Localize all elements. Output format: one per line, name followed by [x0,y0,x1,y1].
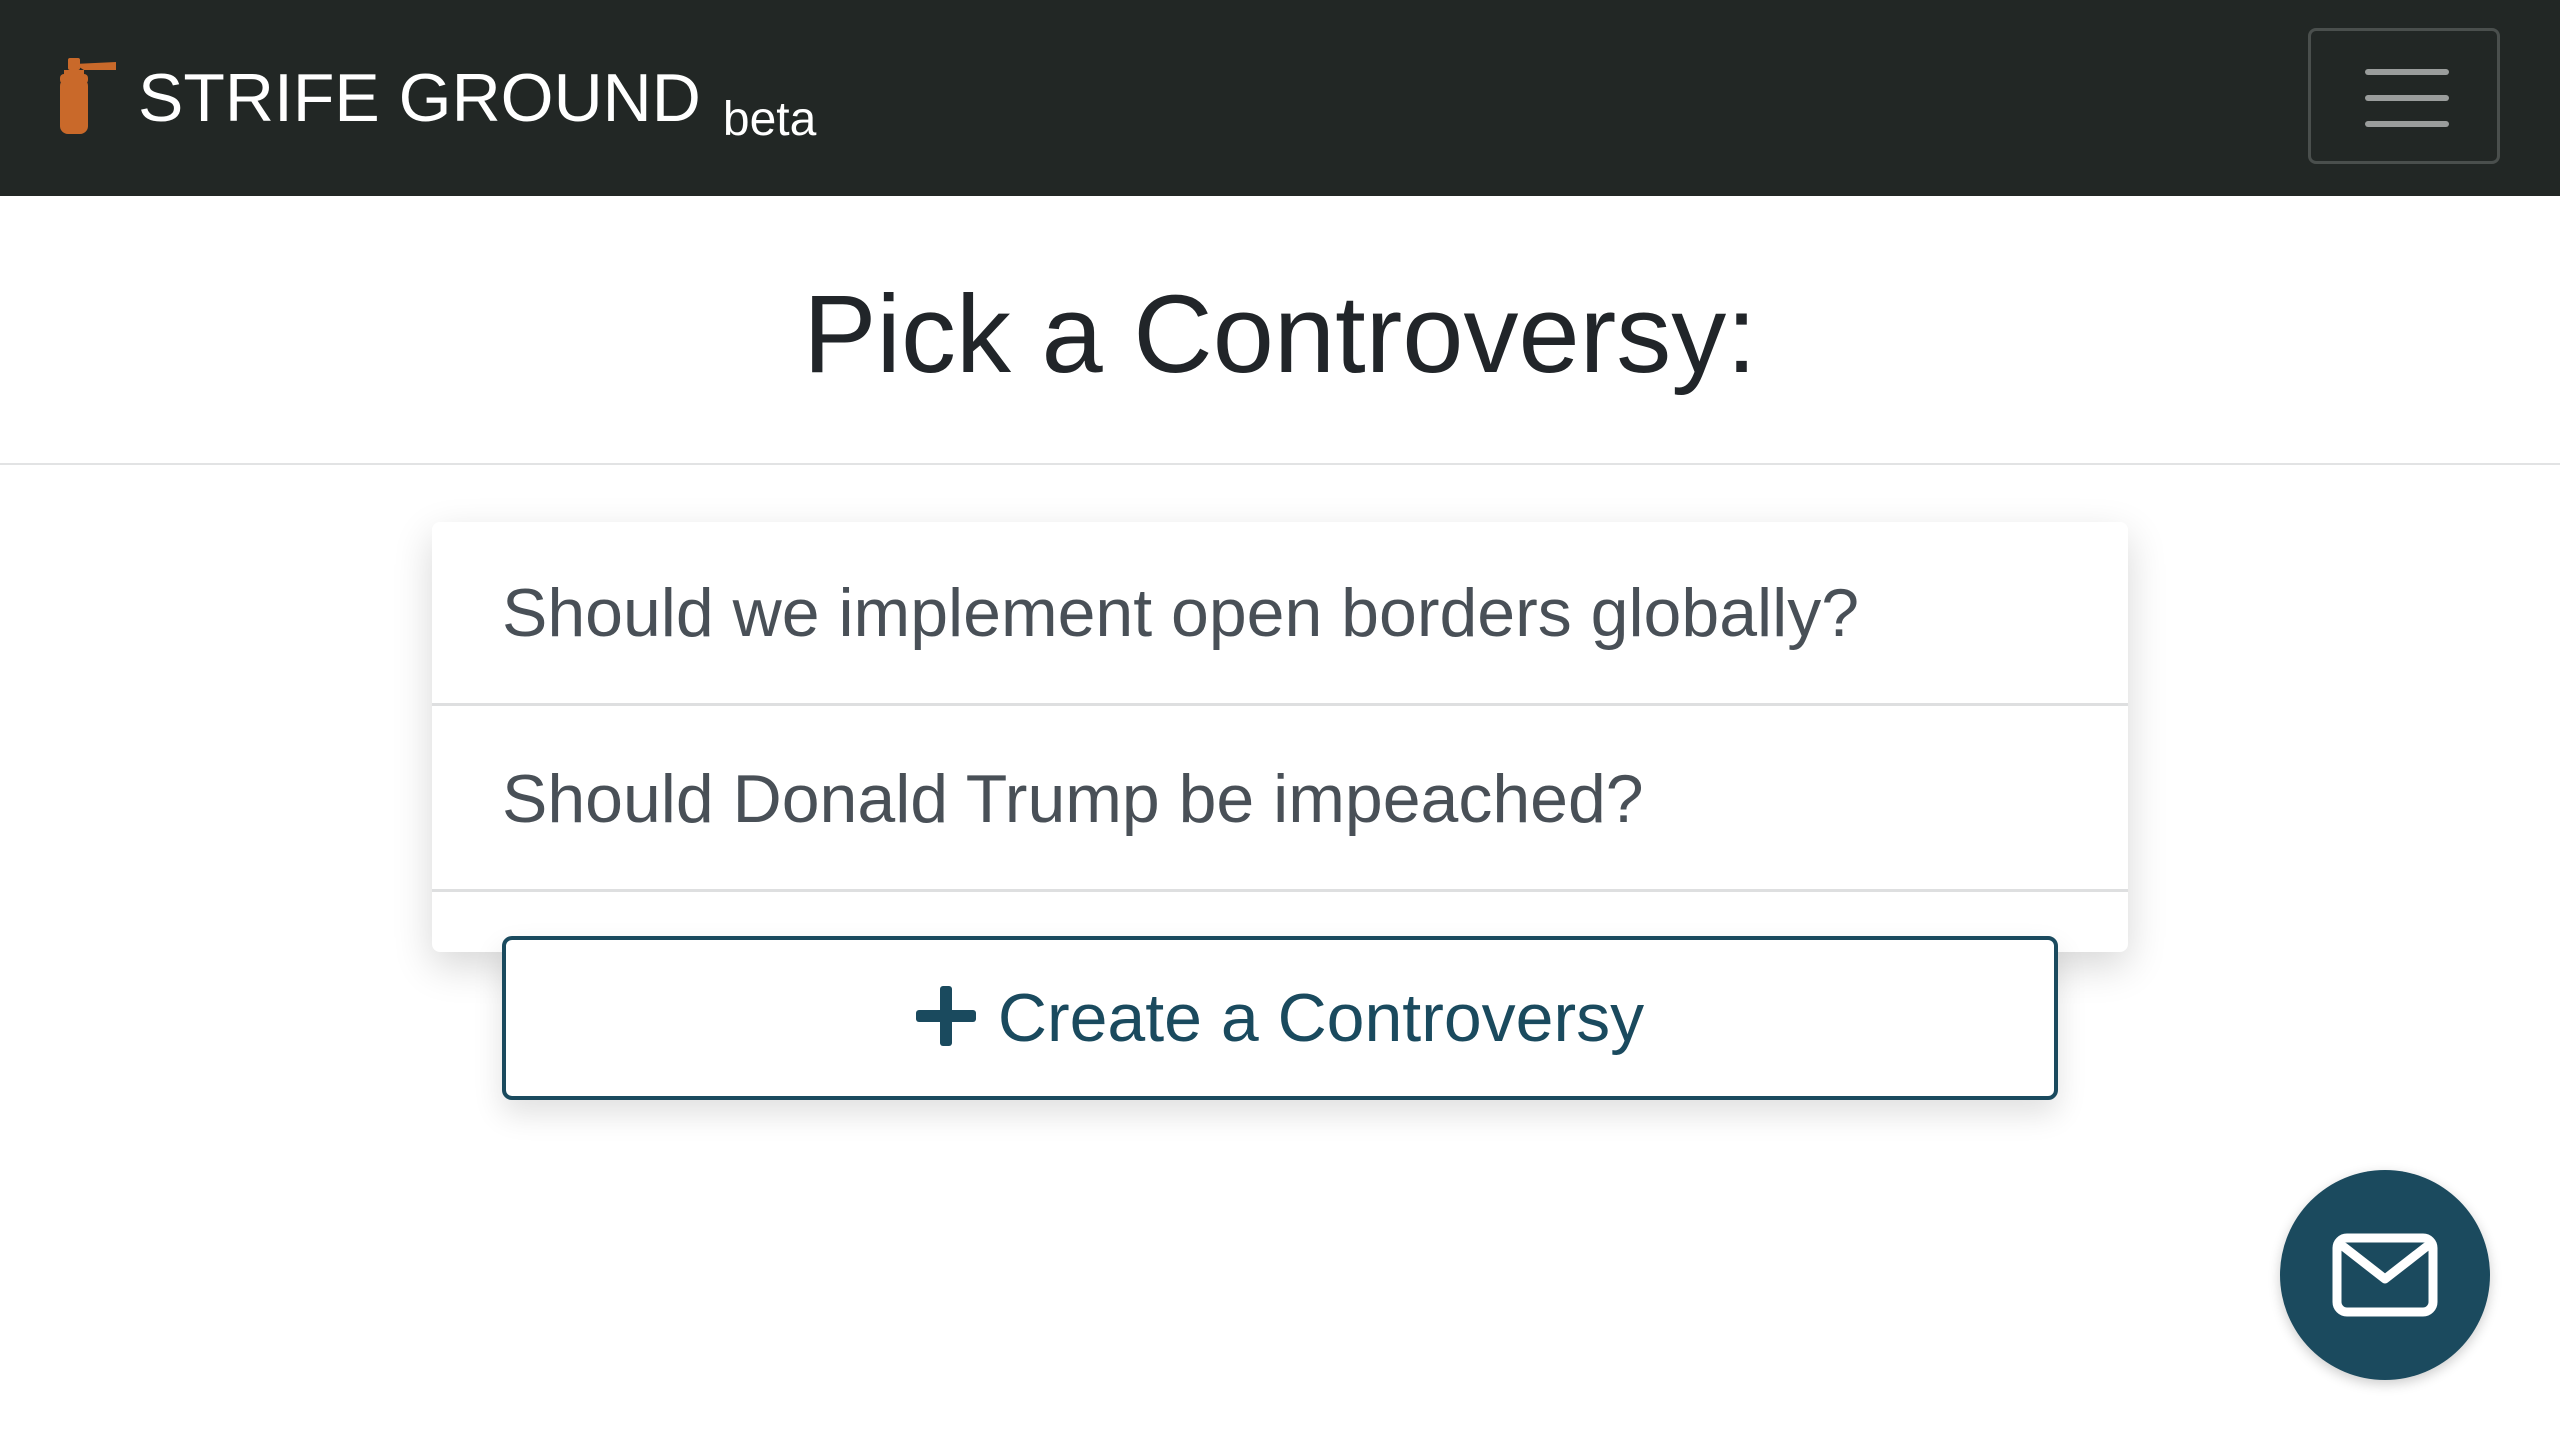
hamburger-menu-icon [2365,69,2449,75]
contact-mail-button[interactable] [2280,1170,2490,1380]
fire-extinguisher-icon [60,58,116,134]
controversy-item-trump-impeachment[interactable]: Should Donald Trump be impeached? [432,708,2128,892]
page-title: Pick a Controversy: [803,273,1757,396]
mail-icon [2332,1233,2438,1317]
controversy-list: Should we implement open borders globall… [432,522,2128,952]
create-controversy-button[interactable]: Create a Controversy [502,936,2058,1100]
beta-badge: beta [722,93,817,146]
create-controversy-label: Create a Controversy [997,980,1645,1056]
hamburger-menu-icon-bar [2365,95,2449,101]
top-navbar: STRIFE GROUND beta [0,0,2560,196]
plus-icon [915,986,976,1046]
controversy-item-open-borders[interactable]: Should we implement open borders globall… [432,522,2128,706]
section-divider [0,463,2560,465]
brand-name: STRIFE GROUND [138,60,701,136]
menu-toggle-button[interactable] [2308,28,2500,164]
brand-link[interactable]: STRIFE GROUND beta [54,58,816,144]
hamburger-menu-icon-bar [2365,121,2449,127]
